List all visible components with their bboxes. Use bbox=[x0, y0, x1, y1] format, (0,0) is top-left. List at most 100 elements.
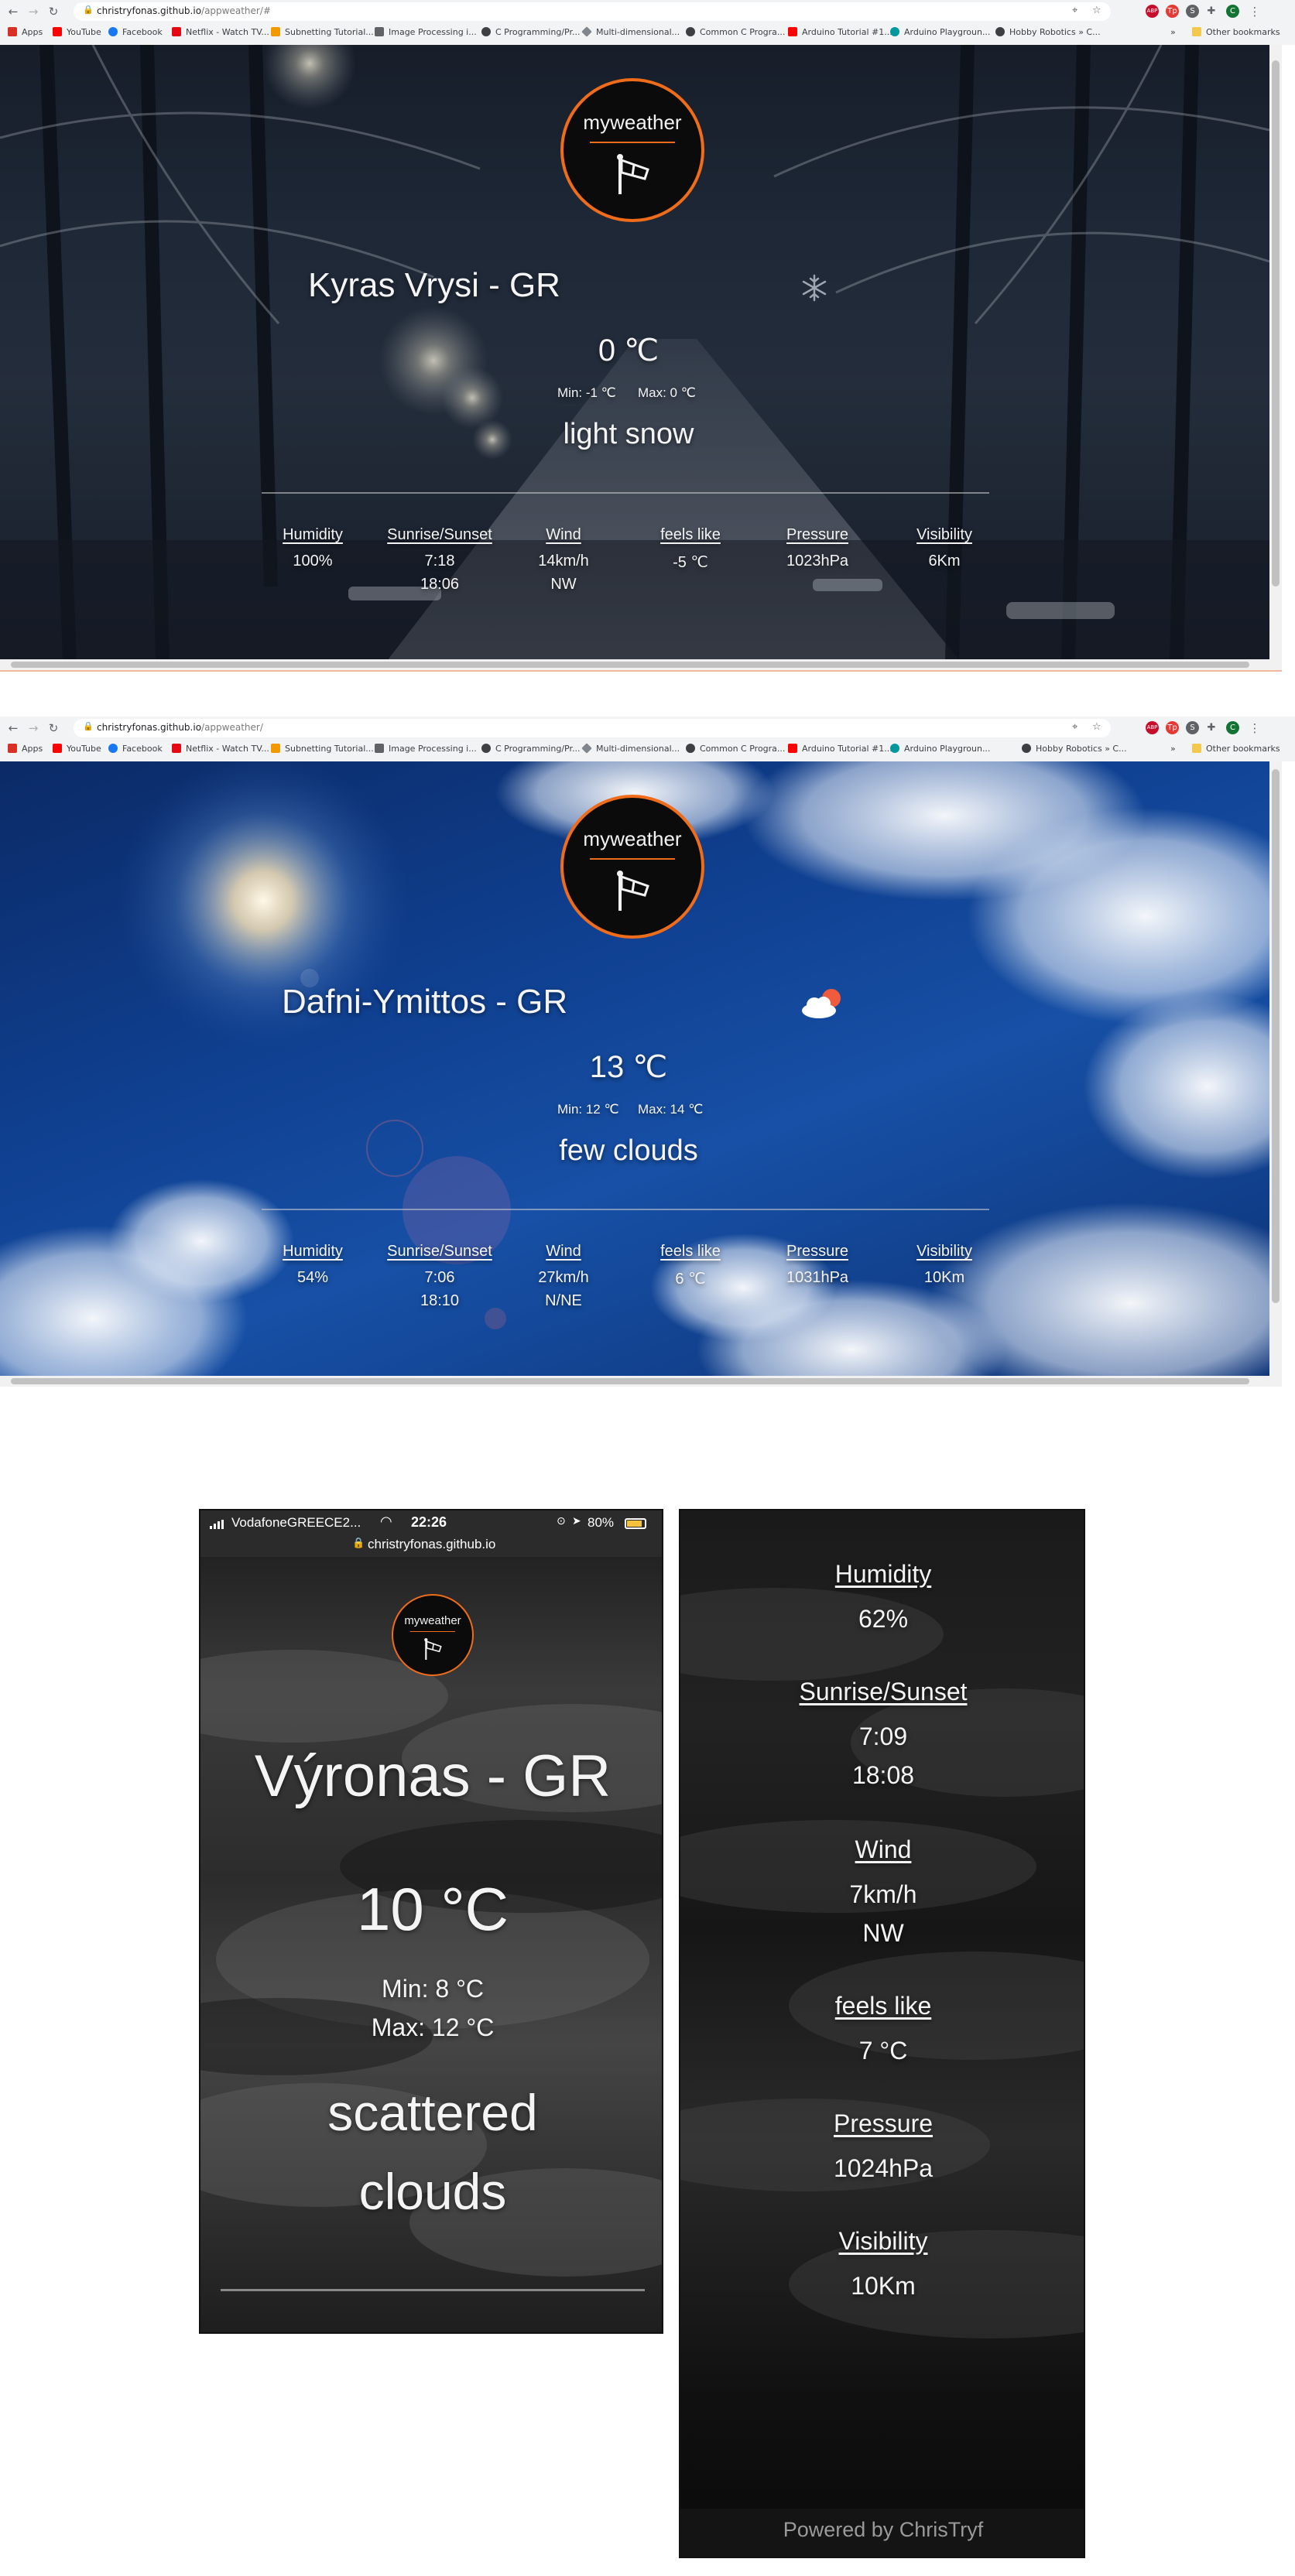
wind-label: Wind bbox=[546, 1243, 581, 1260]
weather-description: few clouds bbox=[559, 1134, 698, 1167]
stats-divider bbox=[262, 492, 989, 494]
logo-underline bbox=[410, 1631, 455, 1632]
bookmark-multidimensional[interactable]: Multi-dimensional... bbox=[581, 743, 680, 754]
adblock-extension-icon[interactable]: ABP bbox=[1146, 721, 1159, 734]
bookmark-youtube[interactable]: YouTube bbox=[53, 744, 101, 754]
bookmark-arduino-tutorial[interactable]: Arduino Tutorial #1... bbox=[788, 27, 892, 37]
sunrise-sunset-label: Sunrise/Sunset bbox=[387, 526, 492, 543]
extension-icon-s[interactable]: S bbox=[1186, 721, 1199, 734]
bookmark-c-programming[interactable]: C Programming/Pr... bbox=[481, 744, 580, 754]
myweather-logo[interactable]: myweather bbox=[392, 1594, 474, 1676]
address-bar-row: ← → ↻ 🔒 christryfonas.github.io/appweath… bbox=[0, 0, 1295, 23]
location-arrow-icon: ➤ bbox=[572, 1515, 581, 1527]
profile-avatar-icon[interactable]: C bbox=[1226, 721, 1239, 734]
wind-direction-value: NW bbox=[862, 1919, 904, 1947]
page-icon bbox=[271, 744, 280, 753]
bookmark-youtube[interactable]: YouTube bbox=[53, 27, 101, 37]
bookmark-subnetting[interactable]: Subnetting Tutorial... bbox=[271, 744, 374, 754]
page-icon bbox=[375, 27, 384, 36]
omnibox[interactable]: 🔒 christryfonas.github.io/appweather/# ⌖… bbox=[74, 2, 1111, 21]
city-name: Výronas - GR bbox=[254, 1743, 612, 1809]
menu-dots-icon[interactable]: ⋮ bbox=[1246, 3, 1263, 20]
scrollbar-thumb[interactable] bbox=[11, 662, 1249, 668]
puzzle-extensions-icon[interactable]: ✚ bbox=[1203, 3, 1220, 20]
sunset-value: 18:08 bbox=[851, 1761, 915, 1789]
more-bookmarks-chevron[interactable]: » bbox=[1170, 27, 1176, 37]
weather-page-snow: myweather Kyras Vrysi - GR 0 ℃ Min: -1 ℃… bbox=[0, 45, 1269, 661]
other-bookmarks[interactable]: Other bookmarks bbox=[1192, 744, 1280, 754]
visibility-label: Visibility bbox=[838, 2227, 928, 2255]
bookmark-hobby-robotics[interactable]: Hobby Robotics » C... bbox=[995, 27, 1101, 37]
extension-icon-tp[interactable]: Tp bbox=[1166, 5, 1179, 18]
bookmark-netflix[interactable]: Netflix - Watch TV... bbox=[172, 27, 269, 37]
visibility-label: Visibility bbox=[916, 526, 972, 543]
netflix-icon bbox=[172, 744, 181, 753]
globe-icon bbox=[686, 27, 695, 36]
visibility-value: 10Km bbox=[851, 2272, 916, 2300]
reload-icon[interactable]: ↻ bbox=[45, 3, 62, 20]
star-icon[interactable]: ☆ bbox=[1092, 721, 1101, 733]
wind-label: Wind bbox=[546, 526, 581, 543]
ios-status-bar: VodafoneGREECE2... ◠ 22:26 ⊙ ➤ 80% 🔒 chr… bbox=[200, 1510, 662, 1557]
puzzle-extensions-icon[interactable]: ✚ bbox=[1203, 720, 1220, 737]
temp-max: Max: 14 ℃ bbox=[638, 1102, 704, 1117]
bookmark-apps[interactable]: Apps bbox=[8, 27, 43, 37]
feels-like-value: -5 ℃ bbox=[673, 554, 708, 571]
adblock-extension-icon[interactable]: ABP bbox=[1146, 5, 1159, 18]
diamond-icon bbox=[581, 743, 592, 754]
folder-icon bbox=[1192, 744, 1201, 753]
bookmark-image-processing[interactable]: Image Processing i... bbox=[375, 744, 477, 754]
globe-icon bbox=[481, 744, 491, 753]
extension-icon-tp[interactable]: Tp bbox=[1166, 721, 1179, 734]
profile-avatar-icon[interactable]: C bbox=[1226, 5, 1239, 18]
apps-grid-icon bbox=[8, 744, 17, 753]
bookmark-arduino-playground[interactable]: Arduino Playgroun... bbox=[890, 744, 990, 754]
myweather-logo[interactable]: myweather bbox=[560, 795, 704, 939]
bookmark-apps[interactable]: Apps bbox=[8, 744, 43, 754]
horizontal-scrollbar[interactable] bbox=[0, 659, 1282, 670]
myweather-logo[interactable]: myweather bbox=[560, 78, 704, 222]
other-bookmarks[interactable]: Other bookmarks bbox=[1192, 27, 1280, 37]
bookmark-facebook[interactable]: Facebook bbox=[108, 27, 163, 37]
bookmark-hobby-robotics[interactable]: Hobby Robotics » C... bbox=[1022, 744, 1127, 754]
scrollbar-thumb[interactable] bbox=[1272, 769, 1280, 1303]
folder-icon bbox=[1192, 27, 1201, 36]
humidity-label: Humidity bbox=[834, 1560, 932, 1588]
bookmark-c-programming[interactable]: C Programming/Pr... bbox=[481, 27, 580, 37]
star-icon[interactable]: ☆ bbox=[1092, 5, 1101, 16]
location-icon[interactable]: ⌖ bbox=[1072, 721, 1077, 733]
menu-dots-icon[interactable]: ⋮ bbox=[1246, 720, 1263, 737]
scrollbar-thumb[interactable] bbox=[11, 1378, 1249, 1384]
forward-arrow-icon[interactable]: → bbox=[25, 720, 42, 737]
back-arrow-icon[interactable]: ← bbox=[5, 720, 22, 737]
location-icon[interactable]: ⌖ bbox=[1072, 5, 1077, 16]
windsock-icon bbox=[617, 154, 649, 194]
bookmark-multidimensional[interactable]: Multi-dimensional... bbox=[581, 26, 680, 37]
city-name: Kyras Vrysi - GR bbox=[308, 266, 560, 304]
bookmark-image-processing[interactable]: Image Processing i... bbox=[375, 27, 477, 37]
bookmark-common-c[interactable]: Common C Progra... bbox=[686, 744, 785, 754]
bookmark-common-c[interactable]: Common C Progra... bbox=[686, 27, 785, 37]
back-arrow-icon[interactable]: ← bbox=[5, 3, 22, 20]
extension-icon-s[interactable]: S bbox=[1186, 5, 1199, 18]
bookmark-arduino-playground[interactable]: Arduino Playgroun... bbox=[890, 27, 990, 37]
facebook-icon bbox=[108, 27, 118, 36]
more-bookmarks-chevron[interactable]: » bbox=[1170, 744, 1176, 754]
footer-credit[interactable]: Powered by ChrisTryf bbox=[783, 2518, 984, 2542]
carrier-name: VodafoneGREECE2... bbox=[231, 1515, 361, 1530]
sunrise-sunset-label: Sunrise/Sunset bbox=[387, 1243, 492, 1260]
bookmark-facebook[interactable]: Facebook bbox=[108, 744, 163, 754]
site-address[interactable]: christryfonas.github.io bbox=[368, 1537, 495, 1552]
vertical-scrollbar[interactable] bbox=[1269, 45, 1282, 661]
pressure-value: 1031hPa bbox=[786, 1269, 849, 1286]
omnibox[interactable]: 🔒 christryfonas.github.io/appweather/ ⌖ … bbox=[74, 719, 1111, 737]
bookmark-subnetting[interactable]: Subnetting Tutorial... bbox=[271, 27, 374, 37]
forward-arrow-icon[interactable]: → bbox=[25, 3, 42, 20]
bookmark-arduino-tutorial[interactable]: Arduino Tutorial #1... bbox=[788, 744, 892, 754]
vertical-scrollbar[interactable] bbox=[1269, 761, 1282, 1377]
horizontal-scrollbar[interactable] bbox=[0, 1376, 1282, 1387]
windsock-icon bbox=[617, 871, 649, 911]
reload-icon[interactable]: ↻ bbox=[45, 720, 62, 737]
scrollbar-thumb[interactable] bbox=[1272, 60, 1280, 587]
bookmark-netflix[interactable]: Netflix - Watch TV... bbox=[172, 744, 269, 754]
